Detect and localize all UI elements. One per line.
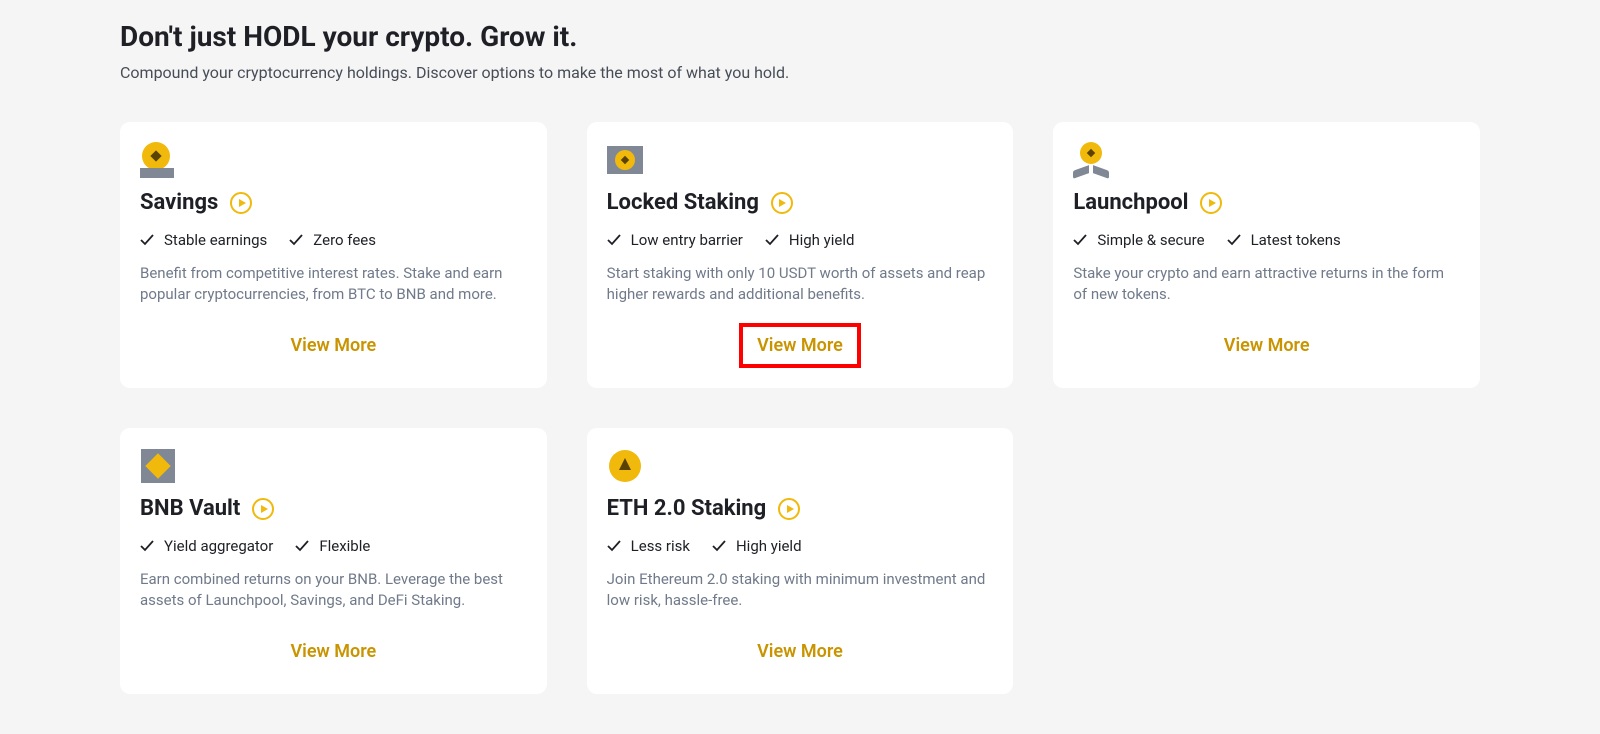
products-grid: Savings Stable earnings Zero fees Benefi… <box>120 122 1480 694</box>
play-icon[interactable] <box>1200 192 1222 214</box>
card-title-row: Locked Staking <box>607 190 994 215</box>
view-more-button[interactable]: View More <box>739 629 861 674</box>
feature-label: Low entry barrier <box>631 231 743 249</box>
feature-item: Zero fees <box>289 231 376 249</box>
card-title: ETH 2.0 Staking <box>607 496 767 521</box>
feature-item: High yield <box>712 537 802 555</box>
check-icon <box>1073 233 1087 247</box>
card-title-row: Savings <box>140 190 527 215</box>
eth-staking-icon <box>607 448 643 484</box>
card-title: BNB Vault <box>140 496 240 521</box>
check-icon <box>607 233 621 247</box>
check-icon <box>712 539 726 553</box>
play-icon[interactable] <box>252 498 274 520</box>
check-icon <box>140 539 154 553</box>
card-eth-staking: ETH 2.0 Staking Less risk High yield Joi… <box>587 428 1014 694</box>
feature-label: High yield <box>789 231 855 249</box>
view-more-wrap: View More <box>607 629 994 674</box>
locked-staking-icon <box>607 142 643 178</box>
launchpool-icon <box>1073 142 1109 178</box>
card-description: Join Ethereum 2.0 staking with minimum i… <box>607 569 994 611</box>
feature-list: Low entry barrier High yield <box>607 231 994 249</box>
feature-list: Simple & secure Latest tokens <box>1073 231 1460 249</box>
view-more-wrap: View More <box>1073 323 1460 368</box>
feature-item: High yield <box>765 231 855 249</box>
view-more-button[interactable]: View More <box>1206 323 1328 368</box>
view-more-wrap: View More <box>607 323 994 368</box>
card-title-row: ETH 2.0 Staking <box>607 496 994 521</box>
page-title: Don't just HODL your crypto. Grow it. <box>120 20 1480 53</box>
feature-item: Less risk <box>607 537 690 555</box>
card-description: Stake your crypto and earn attractive re… <box>1073 263 1460 305</box>
feature-label: Less risk <box>631 537 690 555</box>
card-title: Savings <box>140 190 218 215</box>
view-more-wrap: View More <box>140 629 527 674</box>
savings-icon <box>140 142 176 178</box>
card-bnb-vault: BNB Vault Yield aggregator Flexible Earn… <box>120 428 547 694</box>
feature-list: Stable earnings Zero fees <box>140 231 527 249</box>
feature-label: Simple & secure <box>1097 231 1204 249</box>
check-icon <box>140 233 154 247</box>
check-icon <box>289 233 303 247</box>
card-title: Launchpool <box>1073 190 1188 215</box>
view-more-button[interactable]: View More <box>272 323 394 368</box>
feature-item: Flexible <box>295 537 370 555</box>
feature-label: Zero fees <box>313 231 376 249</box>
feature-label: Latest tokens <box>1251 231 1341 249</box>
bnb-vault-icon <box>140 448 176 484</box>
card-description: Benefit from competitive interest rates.… <box>140 263 527 305</box>
feature-label: Flexible <box>319 537 370 555</box>
feature-item: Latest tokens <box>1227 231 1341 249</box>
card-title-row: BNB Vault <box>140 496 527 521</box>
check-icon <box>607 539 621 553</box>
play-icon[interactable] <box>771 192 793 214</box>
check-icon <box>1227 233 1241 247</box>
card-launchpool: Launchpool Simple & secure Latest tokens… <box>1053 122 1480 388</box>
feature-label: High yield <box>736 537 802 555</box>
view-more-wrap: View More <box>140 323 527 368</box>
feature-label: Yield aggregator <box>164 537 273 555</box>
card-title: Locked Staking <box>607 190 759 215</box>
view-more-button[interactable]: View More <box>739 323 861 368</box>
card-title-row: Launchpool <box>1073 190 1460 215</box>
page-subtitle: Compound your cryptocurrency holdings. D… <box>120 63 1480 82</box>
card-locked-staking: Locked Staking Low entry barrier High yi… <box>587 122 1014 388</box>
card-description: Earn combined returns on your BNB. Lever… <box>140 569 527 611</box>
feature-item: Yield aggregator <box>140 537 273 555</box>
feature-item: Simple & secure <box>1073 231 1204 249</box>
feature-label: Stable earnings <box>164 231 267 249</box>
play-icon[interactable] <box>230 192 252 214</box>
page-container: Don't just HODL your crypto. Grow it. Co… <box>0 0 1600 734</box>
feature-list: Less risk High yield <box>607 537 994 555</box>
check-icon <box>765 233 779 247</box>
feature-list: Yield aggregator Flexible <box>140 537 527 555</box>
card-savings: Savings Stable earnings Zero fees Benefi… <box>120 122 547 388</box>
feature-item: Stable earnings <box>140 231 267 249</box>
card-description: Start staking with only 10 USDT worth of… <box>607 263 994 305</box>
feature-item: Low entry barrier <box>607 231 743 249</box>
check-icon <box>295 539 309 553</box>
play-icon[interactable] <box>778 498 800 520</box>
view-more-button[interactable]: View More <box>272 629 394 674</box>
